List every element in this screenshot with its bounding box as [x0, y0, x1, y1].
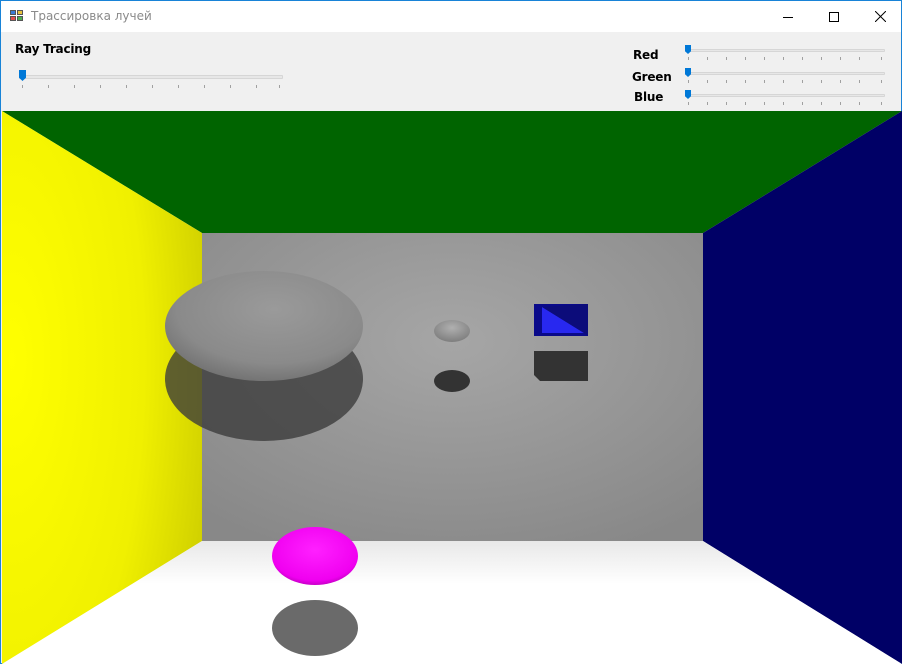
maximize-button[interactable] — [811, 1, 857, 32]
minimize-button[interactable] — [765, 1, 811, 32]
app-icon — [10, 10, 24, 22]
slider-track — [685, 49, 885, 52]
window-title: Трассировка лучей — [31, 9, 152, 23]
raytracing-slider[interactable] — [19, 70, 283, 89]
maximize-icon — [829, 11, 839, 22]
slider-ticks — [685, 57, 885, 61]
slider-ticks — [685, 102, 885, 106]
raytracing-label: Ray Tracing — [15, 42, 92, 56]
slider-track — [685, 72, 885, 75]
slider-thumb[interactable] — [685, 68, 691, 77]
close-icon — [874, 11, 886, 22]
cube-shadow — [534, 351, 588, 381]
magenta-sphere-shadow — [272, 600, 358, 656]
app-window: Трассировка лучей Ray Tracing Red Green … — [0, 0, 902, 664]
slider-thumb[interactable] — [685, 45, 691, 54]
green-label: Green — [632, 70, 672, 84]
small-sphere — [434, 320, 470, 342]
minimize-icon — [783, 16, 793, 18]
slider-track — [19, 75, 283, 79]
red-slider[interactable] — [685, 45, 885, 61]
slider-ticks — [685, 80, 885, 84]
magenta-sphere — [272, 527, 358, 585]
red-label: Red — [633, 48, 659, 62]
small-sphere-shadow — [434, 370, 470, 392]
slider-thumb[interactable] — [19, 70, 26, 81]
raytraced-scene — [2, 111, 902, 664]
blue-slider[interactable] — [685, 90, 885, 106]
slider-ticks — [19, 85, 283, 89]
control-panel: Ray Tracing Red Green Blue — [1, 32, 901, 110]
blue-label: Blue — [634, 90, 664, 104]
slider-thumb[interactable] — [685, 90, 691, 99]
big-sphere — [165, 271, 363, 381]
render-canvas — [2, 111, 902, 664]
title-bar: Трассировка лучей — [1, 1, 901, 32]
green-slider[interactable] — [685, 68, 885, 84]
slider-track — [685, 94, 885, 97]
close-button[interactable] — [857, 1, 902, 32]
